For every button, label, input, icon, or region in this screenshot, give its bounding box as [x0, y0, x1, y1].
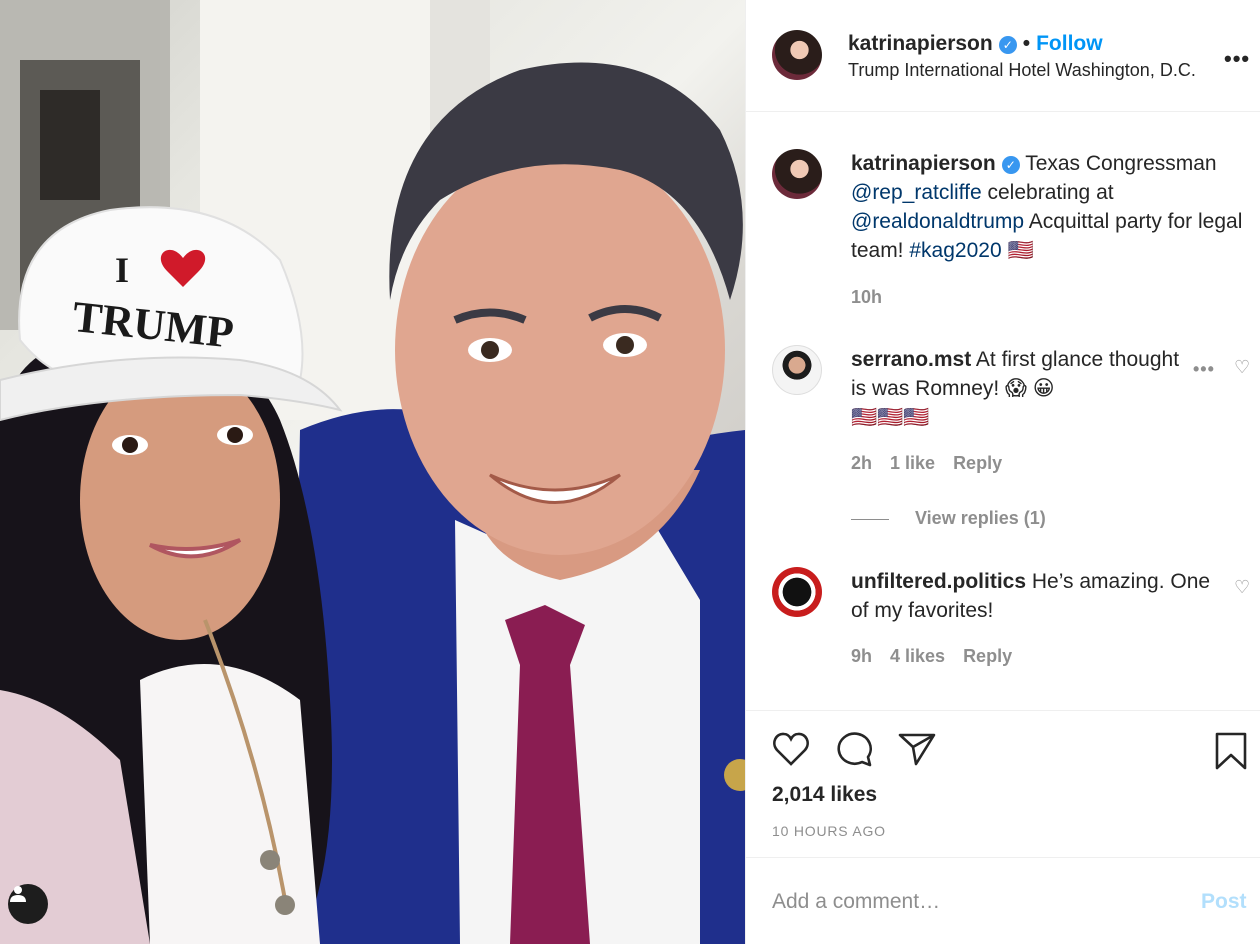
view-replies-label[interactable]: View replies (1): [915, 508, 1046, 528]
caption-text: katrinapierson ✓ Texas Congressman @rep_r…: [851, 149, 1251, 265]
reply-button[interactable]: Reply: [963, 646, 1012, 666]
bookmark-icon[interactable]: [1214, 731, 1248, 771]
mention-link[interactable]: @realdonaldtrump: [851, 210, 1024, 233]
comment-likes[interactable]: 1 like: [890, 453, 935, 473]
comment-text: unfiltered.politics He’s amazing. One of…: [851, 567, 1211, 625]
comment-bubble-icon[interactable]: [835, 731, 873, 767]
post-sidebar: katrinapierson ✓ • Follow Trump Internation…: [745, 0, 1260, 944]
comment-meta: 9h 4 likes Reply: [851, 646, 1030, 667]
comment-meta: 2h 1 like Reply: [851, 453, 1020, 474]
user-silhouette-icon: [10, 886, 26, 902]
caption-text-before: Texas Congressman: [1025, 152, 1217, 175]
comment-time: 9h: [851, 646, 873, 666]
comment-like-heart-icon[interactable]: ♡: [1234, 577, 1250, 598]
caption-text-mid: celebrating at: [987, 181, 1114, 204]
comment-input[interactable]: Add a comment…: [772, 890, 940, 914]
post-header: katrinapierson ✓ • Follow Trump Internation…: [746, 0, 1260, 112]
heart-icon[interactable]: [772, 731, 810, 767]
post-comment-button[interactable]: Post: [1201, 890, 1247, 914]
comment-likes[interactable]: 4 likes: [890, 646, 945, 666]
caption-time: 10h: [851, 287, 883, 307]
likes-count[interactable]: 2,014 likes: [772, 783, 877, 807]
reply-button[interactable]: Reply: [953, 453, 1002, 473]
view-replies-button[interactable]: View replies (1): [851, 508, 1046, 529]
author-avatar[interactable]: [772, 30, 822, 80]
comment-username[interactable]: unfiltered.politics: [851, 570, 1026, 593]
replies-divider: [851, 518, 889, 520]
hat-text-i: I: [115, 250, 129, 290]
flag-emoji: 🇺🇸: [1007, 239, 1034, 262]
post-photo[interactable]: I TRUMP: [0, 0, 745, 944]
photo-illustration: I TRUMP: [0, 0, 745, 944]
hashtag-link[interactable]: #kag2020: [909, 239, 1001, 262]
comment-username[interactable]: serrano.mst: [851, 348, 971, 371]
post-time: 10 HOURS AGO: [772, 823, 886, 839]
post-location[interactable]: Trump International Hotel Washington, D.…: [848, 60, 1196, 81]
more-options-icon[interactable]: •••: [1224, 46, 1250, 72]
verified-badge-icon: ✓: [998, 36, 1017, 54]
follow-button[interactable]: Follow: [1036, 32, 1103, 55]
flag-emoji: 🇺🇸🇺🇸🇺🇸: [851, 406, 930, 429]
author-username-row: katrinapierson ✓ • Follow: [848, 32, 1103, 56]
post-actions: 2,014 likes 10 HOURS AGO: [746, 710, 1260, 858]
comment-time: 2h: [851, 453, 873, 473]
commenter-avatar[interactable]: [772, 567, 822, 617]
author-username[interactable]: katrinapierson: [848, 32, 993, 55]
verified-badge-icon: ✓: [1001, 156, 1020, 174]
mention-link[interactable]: @rep_ratcliffe: [851, 181, 982, 204]
commenter-avatar[interactable]: [772, 345, 822, 395]
comment-text: serrano.mst At first glance thought is w…: [851, 345, 1181, 432]
user-tag-button[interactable]: [8, 884, 48, 924]
caption-username[interactable]: katrinapierson: [851, 152, 996, 175]
comment-like-heart-icon[interactable]: ♡: [1234, 357, 1250, 378]
comments-list[interactable]: katrinapierson ✓ Texas Congressman @rep_r…: [746, 113, 1260, 710]
paper-plane-icon[interactable]: [898, 731, 936, 767]
comment-options-icon[interactable]: •••: [1193, 359, 1215, 380]
separator-dot: •: [1022, 32, 1031, 55]
caption-avatar[interactable]: [772, 149, 822, 199]
